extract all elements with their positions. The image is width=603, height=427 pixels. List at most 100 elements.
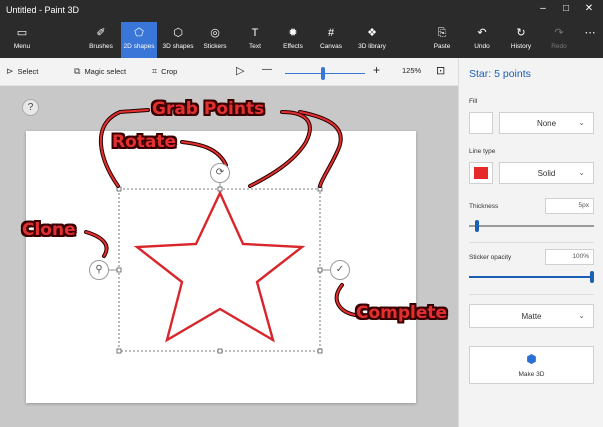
annotation-grab-points: Grab Points	[152, 99, 265, 119]
make-3d-label: Make 3D	[518, 371, 545, 378]
redo-button[interactable]: ↷ Redo	[546, 22, 572, 58]
view-3d-button[interactable]: ▷	[236, 64, 244, 77]
tab-2d-shapes-label: 2D shapes	[123, 43, 155, 50]
select-label: Select	[17, 67, 39, 76]
text-icon: T	[251, 27, 259, 39]
select-icon: ⊳	[6, 66, 14, 76]
thickness-input[interactable]: 5px	[545, 198, 594, 214]
properties-panel: Star: 5 points Fill None ⌄ Line type Sol…	[458, 58, 603, 427]
tab-effects[interactable]: ✹ Effects	[277, 22, 309, 58]
panel-title: Star: 5 points	[469, 68, 531, 80]
crop-label: Crop	[161, 67, 178, 76]
tab-3d-shapes[interactable]: ⬡ 3D shapes	[160, 22, 196, 58]
fit-view-button[interactable]: ⊡	[436, 64, 445, 77]
check-icon: ✓	[335, 264, 345, 275]
menu-button[interactable]: ▭ Menu	[8, 22, 36, 58]
undo-button[interactable]: ↶ Undo	[468, 22, 496, 58]
history-label: History	[510, 43, 532, 50]
divider	[469, 242, 594, 243]
annotation-complete: Complete	[356, 303, 448, 323]
paste-icon: ⎘	[437, 27, 447, 39]
tab-canvas[interactable]: # Canvas	[314, 22, 348, 58]
close-button[interactable]: ✕	[581, 3, 597, 14]
select-tool[interactable]: ⊳ Select	[6, 66, 38, 77]
opacity-slider-thumb[interactable]	[590, 271, 594, 283]
canvas-icon: #	[327, 27, 335, 39]
window-title: Untitled - Paint 3D	[6, 5, 80, 15]
zoom-value: 125%	[402, 66, 422, 75]
thickness-slider[interactable]	[469, 225, 594, 227]
3d-library-icon: ❖	[367, 27, 377, 39]
tab-text[interactable]: T Text	[242, 22, 268, 58]
rotate-handle[interactable]: ⟳	[210, 163, 230, 183]
zoom-out-button[interactable]: —	[262, 64, 272, 75]
divider	[469, 294, 594, 295]
tab-stickers[interactable]: ◎ Stickers	[199, 22, 231, 58]
magic-select-tool[interactable]: ⧉ Magic select	[74, 66, 126, 77]
redo-label: Redo	[551, 43, 567, 50]
line-color-fill	[474, 167, 488, 179]
more-icon: ⋯	[584, 27, 596, 39]
paste-button[interactable]: ⎘ Paste	[428, 22, 456, 58]
tab-text-label: Text	[249, 43, 261, 50]
stamp-icon: ⚲	[95, 264, 103, 275]
make-3d-button[interactable]: ⬢ Make 3D	[469, 346, 594, 384]
tab-canvas-label: Canvas	[319, 43, 343, 50]
thickness-slider-thumb[interactable]	[475, 220, 480, 232]
annotation-rotate: Rotate	[112, 132, 177, 152]
opacity-slider[interactable]	[469, 276, 594, 278]
finish-value: Matte	[521, 312, 542, 321]
tab-3d-shapes-label: 3D shapes	[162, 43, 194, 50]
effects-icon: ✹	[288, 27, 298, 39]
magic-select-label: Magic select	[84, 67, 127, 76]
zoom-in-button[interactable]: +	[373, 63, 380, 77]
2d-shapes-icon: ⬠	[134, 27, 144, 39]
tab-2d-shapes[interactable]: ⬠ 2D shapes	[121, 22, 157, 58]
undo-icon: ↶	[477, 27, 487, 39]
history-icon: ↻	[516, 27, 526, 39]
fill-dropdown[interactable]: None ⌄	[499, 112, 594, 134]
line-color-swatch[interactable]	[469, 162, 493, 184]
clone-button[interactable]: ⚲	[89, 260, 109, 280]
3d-shapes-icon: ⬡	[173, 27, 183, 39]
menu-icon: ▭	[16, 27, 28, 39]
zoom-slider-thumb[interactable]	[321, 67, 325, 80]
tab-brushes[interactable]: ✐ Brushes	[86, 22, 116, 58]
chevron-down-icon: ⌄	[578, 118, 585, 127]
zoom-slider[interactable]	[285, 73, 365, 74]
fill-color-swatch[interactable]	[469, 112, 493, 134]
more-button[interactable]: ⋯	[580, 22, 600, 58]
magic-select-icon: ⧉	[74, 66, 81, 76]
chevron-down-icon: ⌄	[578, 168, 585, 177]
maximize-button[interactable]: □	[558, 3, 574, 14]
annotation-clone: Clone	[22, 220, 76, 240]
crop-tool[interactable]: ⌗ Crop	[152, 66, 177, 77]
toolbar: ⊳ Select ⧉ Magic select ⌗ Crop ▷ — + 125% ⊡	[0, 58, 458, 86]
complete-button[interactable]: ✓	[330, 260, 350, 280]
brush-icon: ✐	[96, 27, 106, 39]
redo-icon: ↷	[554, 27, 564, 39]
rotate-icon: ⟳	[215, 167, 225, 178]
paste-label: Paste	[433, 43, 451, 50]
undo-label: Undo	[474, 43, 490, 50]
tab-3d-library[interactable]: ❖ 3D library	[352, 22, 392, 58]
cube-icon: ⬢	[526, 352, 537, 366]
title-bar: Untitled - Paint 3D – □ ✕	[0, 0, 603, 22]
minimize-button[interactable]: –	[535, 3, 551, 14]
stickers-icon: ◎	[210, 27, 220, 39]
sticker-opacity-label: Sticker opacity	[469, 254, 512, 261]
help-button[interactable]: ?	[22, 99, 39, 116]
chevron-down-icon: ⌄	[578, 311, 585, 320]
line-type-dropdown[interactable]: Solid ⌄	[499, 162, 594, 184]
crop-icon: ⌗	[152, 66, 158, 76]
fill-label: Fill	[469, 98, 478, 105]
opacity-input[interactable]: 100%	[545, 249, 594, 265]
tab-stickers-label: Stickers	[203, 43, 227, 50]
thickness-label: Thickness	[469, 203, 499, 210]
finish-dropdown[interactable]: Matte ⌄	[469, 304, 594, 328]
ribbon: ▭ Menu ✐ Brushes ⬠ 2D shapes ⬡ 3D shapes…	[0, 22, 603, 58]
history-button[interactable]: ↻ History	[505, 22, 537, 58]
menu-label: Menu	[13, 43, 31, 50]
line-type-label: Line type	[469, 148, 496, 155]
tab-effects-label: Effects	[283, 43, 303, 50]
